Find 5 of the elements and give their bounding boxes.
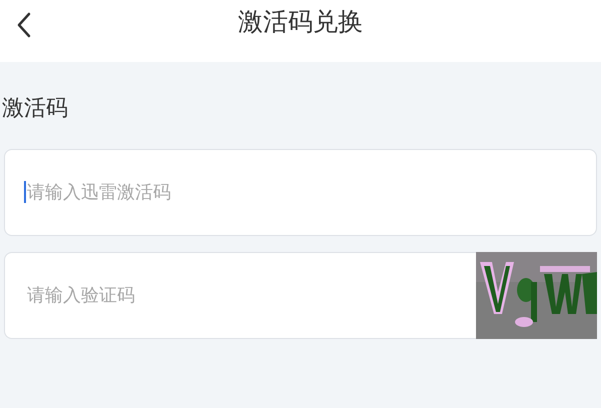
- page-title: 激活码兑换: [238, 6, 363, 38]
- code-field[interactable]: 请输入迅雷激活码: [4, 149, 597, 236]
- back-icon[interactable]: [16, 12, 32, 38]
- section-label: 激活码: [2, 96, 68, 121]
- captcha-field[interactable]: 请输入验证码: [4, 252, 476, 339]
